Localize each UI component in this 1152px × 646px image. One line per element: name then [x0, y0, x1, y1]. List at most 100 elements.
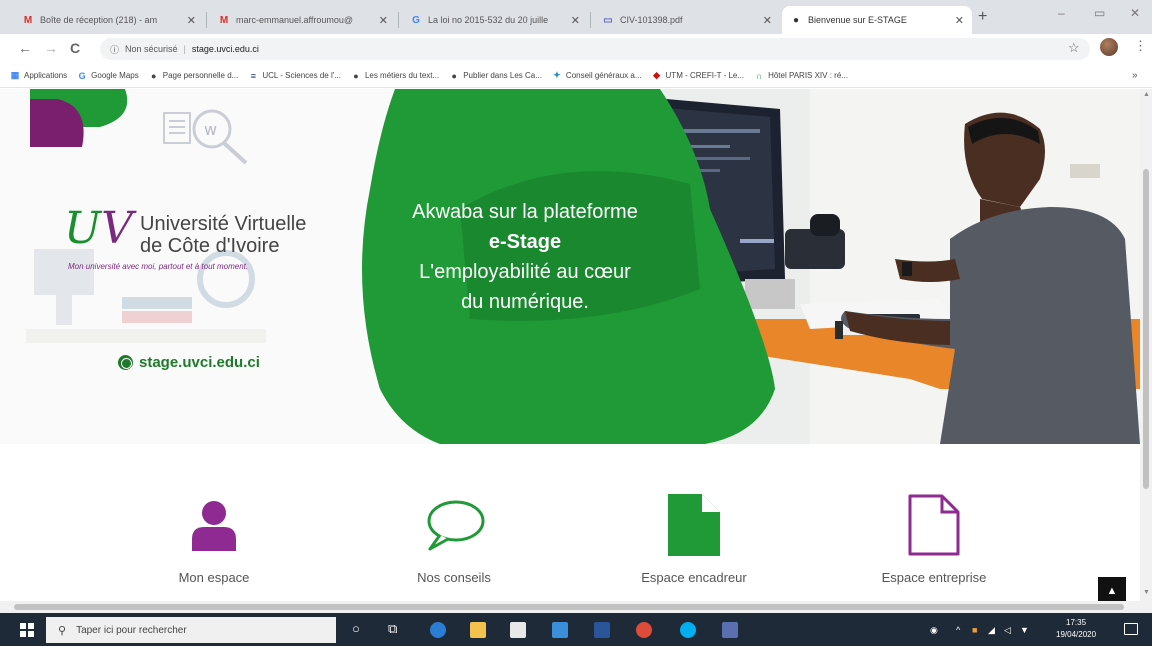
scroll-up-icon[interactable]: ▲ — [1143, 91, 1150, 98]
scroll-down-icon[interactable]: ▼ — [1143, 589, 1150, 596]
bookmark-metiers[interactable]: ● Les métiers du text... — [351, 71, 439, 81]
bookmark-ucl[interactable]: ≡ UCL - Sciences de l'... — [248, 71, 341, 81]
tray-app-icon[interactable]: ■ — [972, 625, 977, 635]
headline-line3: L'employabilité au cœur — [419, 261, 631, 283]
word-icon[interactable] — [594, 622, 610, 638]
reload-button[interactable]: C — [70, 40, 80, 56]
chevron-up-icon[interactable]: ^ — [956, 625, 960, 635]
document-filled-icon — [668, 494, 720, 556]
bookmark-star-icon[interactable]: ☆ — [1068, 40, 1080, 56]
tab-strip: M Boîte de réception (218) - am ✕ M marc… — [0, 0, 1152, 34]
gmail-icon: M — [219, 14, 229, 26]
close-icon[interactable]: ✕ — [763, 14, 772, 27]
info-icon[interactable]: ⓘ — [110, 43, 119, 56]
headline-line4: du numérique. — [461, 291, 589, 313]
close-window-button[interactable]: ✕ — [1130, 6, 1140, 20]
bookmark-applications[interactable]: ▦ Applications — [10, 70, 68, 81]
headline-line1: Akwaba sur la plateforme — [412, 201, 638, 223]
mail-icon[interactable] — [552, 622, 568, 638]
apps-icon: ▦ — [10, 70, 20, 80]
bookmark-label: Page personnelle d... — [162, 71, 239, 80]
tile-nos-conseils[interactable]: Nos conseils — [354, 494, 554, 585]
tile-espace-encadreur[interactable]: Espace encadreur — [594, 494, 794, 585]
bookmark-hotel[interactable]: ∩ Hôtel PARIS XIV : ré... — [754, 71, 848, 81]
google-icon: G — [78, 70, 86, 81]
globe-icon: ● — [151, 70, 157, 81]
address-bar[interactable]: ⓘ Non sécurisé | stage.uvci.edu.ci — [100, 38, 1090, 60]
hotel-icon: ∩ — [755, 70, 763, 81]
chrome-icon[interactable] — [636, 622, 652, 638]
tab-title: Bienvenue sur E-STAGE — [808, 15, 907, 25]
tile-label: Espace entreprise — [881, 570, 987, 585]
tile-label: Nos conseils — [417, 570, 491, 585]
bookmarks-bar: ▦ Applications G Google Maps ● Page personn… — [0, 64, 1152, 88]
avatar[interactable] — [1100, 38, 1118, 56]
feature-tiles: Mon espace Nos conseils Espace encadreur… — [0, 444, 1140, 601]
forward-button[interactable]: → — [44, 40, 58, 56]
new-tab-button[interactable]: + — [978, 8, 987, 26]
task-view-icon[interactable]: ⧉ — [388, 621, 397, 637]
app-icon[interactable] — [722, 622, 738, 638]
tray-shield-icon[interactable]: ▼ — [1020, 625, 1029, 635]
bookmark-label: Google Maps — [91, 71, 139, 80]
conseil-icon: ✦ — [553, 70, 561, 80]
volume-icon[interactable]: ◁ — [1004, 625, 1011, 636]
bookmark-google-maps[interactable]: G Google Maps — [77, 71, 139, 81]
tab-gmail-inbox[interactable]: M Boîte de réception (218) - am ✕ — [14, 6, 204, 34]
vertical-scrollbar[interactable]: ▲ ▼ — [1140, 89, 1152, 601]
notifications-icon[interactable] — [1124, 623, 1138, 635]
tab-pdf[interactable]: ▭ CIV-101398.pdf ✕ — [594, 6, 780, 34]
url-text[interactable]: stage.uvci.edu.ci — [192, 44, 259, 54]
headline-line2: e-Stage — [488, 231, 562, 253]
people-icon[interactable]: ◉ — [930, 625, 938, 636]
tab-estage[interactable]: ● Bienvenue sur E-STAGE ✕ — [782, 6, 972, 34]
page-viewport: w UV Université Virtuelle de Côte d'Ivoi… — [0, 89, 1140, 601]
file-explorer-icon[interactable] — [470, 622, 486, 638]
bookmark-utm[interactable]: ◆ UTM - CREFI-T - Le... — [652, 70, 744, 81]
screen: M Boîte de réception (218) - am ✕ M marc… — [0, 0, 1152, 646]
hero-headline: Akwaba sur la plateforme e-Stage L'emplo… — [380, 197, 670, 317]
store-icon[interactable] — [510, 622, 526, 638]
bookmark-page-perso[interactable]: ● Page personnelle d... — [149, 70, 239, 81]
edge-icon[interactable] — [430, 622, 446, 638]
bookmark-label: Conseil généraux a... — [565, 71, 642, 80]
security-label: Non sécurisé — [125, 44, 178, 54]
bookmark-publier[interactable]: ● Publier dans Les Ca... — [449, 70, 541, 81]
tab-gmail-mail[interactable]: M marc-emmanuel.affroumou@ ✕ — [210, 6, 396, 34]
tile-espace-entreprise[interactable]: Espace entreprise — [834, 494, 1034, 585]
tile-label: Espace encadreur — [641, 570, 747, 585]
bookmarks-more-button[interactable]: » — [1132, 70, 1138, 81]
chat-bubble-icon — [427, 500, 485, 551]
taskbar-search[interactable]: ⚲ Taper ici pour rechercher — [46, 617, 336, 643]
close-icon[interactable]: ✕ — [379, 14, 388, 27]
scrollbar-thumb[interactable] — [14, 604, 1124, 610]
globe-icon: ● — [353, 70, 359, 81]
browser-toolbar: ← → C ⓘ Non sécurisé | stage.uvci.edu.ci — [0, 34, 1152, 64]
search-placeholder: Taper ici pour rechercher — [76, 624, 187, 636]
minimize-button[interactable]: – — [1058, 6, 1065, 20]
cortana-icon[interactable]: ○ — [352, 621, 360, 636]
globe-icon: ● — [792, 14, 800, 26]
network-icon[interactable]: ◢ — [988, 625, 995, 636]
back-button[interactable]: ← — [18, 40, 32, 56]
scrollbar-thumb[interactable] — [1143, 169, 1149, 489]
tab-google-loi[interactable]: G La loi no 2015-532 du 20 juille ✕ — [402, 6, 588, 34]
windows-start-icon[interactable] — [20, 623, 34, 637]
horizontal-scrollbar[interactable] — [0, 601, 1152, 613]
bookmark-conseil[interactable]: ✦ Conseil généraux a... — [552, 70, 642, 81]
hero-banner: w UV Université Virtuelle de Côte d'Ivoi… — [0, 89, 1140, 444]
search-icon: ⚲ — [58, 624, 67, 637]
bookmark-label: Les métiers du text... — [364, 71, 440, 80]
bookmark-label: UCL - Sciences de l'... — [262, 71, 341, 80]
close-icon[interactable]: ✕ — [571, 14, 580, 27]
globe-icon: ● — [451, 70, 457, 81]
bookmark-label: Applications — [24, 71, 68, 80]
close-icon[interactable]: ✕ — [187, 14, 196, 27]
document-outline-icon — [908, 494, 960, 556]
more-menu-icon[interactable]: ⋮ — [1134, 38, 1147, 54]
close-icon[interactable]: ✕ — [955, 14, 964, 27]
tile-mon-espace[interactable]: Mon espace — [114, 494, 314, 585]
maximize-button[interactable]: ▭ — [1094, 6, 1105, 20]
skype-icon[interactable] — [680, 622, 696, 638]
taskbar-clock[interactable]: 17:35 19/04/2020 — [1056, 617, 1096, 641]
